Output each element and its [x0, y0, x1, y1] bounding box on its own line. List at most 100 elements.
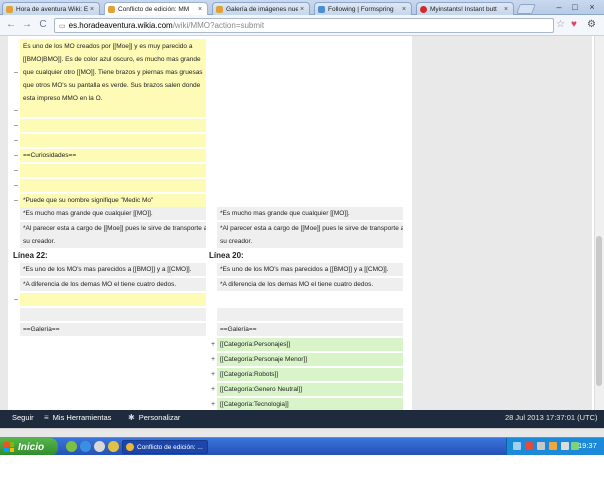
diff-line: *Al parecer esta a cargo de [[Moe]] pues… [23, 225, 206, 232]
diff-deleted-empty-line [20, 164, 206, 177]
formspring-favicon-icon [318, 5, 325, 13]
wikia-favicon-icon [108, 5, 115, 13]
diff-minus-marker: – [14, 107, 18, 114]
start-label: Inicio [18, 441, 45, 453]
forward-button[interactable]: → [20, 18, 34, 32]
diff-context-line: *A diferencia de los demas MO el tiene c… [217, 278, 403, 291]
close-window-button[interactable]: × [584, 1, 600, 13]
diff-deleted-line: *Puede que su nombre signifique "Medic M… [20, 194, 206, 207]
close-icon[interactable]: × [300, 6, 306, 13]
horizontal-scrollbar[interactable] [0, 428, 604, 437]
diff-line-number-left: Línea 22: [13, 251, 48, 260]
tab-title: Following | Formspring [328, 5, 394, 13]
diff-context-line: *Es uno de los MO's mas parecidos a [[BM… [20, 263, 206, 276]
minimize-button[interactable]: – [552, 1, 566, 13]
right-rail [412, 36, 592, 410]
tab-title: Conflicto de edición: MM [118, 5, 190, 13]
diff-added-line: [[Categoría:Tecnologia]] [217, 398, 403, 410]
my-tools-button[interactable]: ≡ Mis Herramientas [44, 413, 111, 422]
diff-minus-marker: – [14, 152, 18, 159]
windows-taskbar: Inicio Conflicto de edición: ... 19:37 [0, 437, 604, 456]
menu-icon: ≡ [44, 413, 49, 422]
quicklaunch-ie-icon[interactable] [80, 441, 91, 452]
close-icon[interactable]: × [402, 6, 408, 13]
taskbar-window-title: Conflicto de edición: ... [137, 443, 203, 451]
browser-toolbar: ← → C ▭ es.horadeaventura.wikia.com/wiki… [0, 15, 604, 36]
windows-logo-icon [4, 442, 14, 452]
diff-deleted-empty-line [20, 134, 206, 147]
tab-following-formspring[interactable]: Following | Formspring × [314, 2, 412, 15]
diff-line: [[BMO|BMO]]. Es de color azul oscuro, es… [23, 56, 201, 63]
taskbar-window-button[interactable]: Conflicto de edición: ... [122, 440, 208, 454]
tray-network-icon[interactable] [537, 442, 545, 450]
blank-area [0, 455, 604, 480]
diff-deleted-empty-line [20, 104, 206, 117]
diff-line: su creador. [23, 238, 56, 245]
url-host: es.horadeaventura.wikia.com [68, 21, 173, 30]
diff-line: Es uno de los MO creados por [[Moe]] y e… [23, 43, 193, 50]
diff-deleted-empty-line [20, 293, 206, 306]
wikia-toolbar: Seguir ≡ Mis Herramientas ✱ Personalizar… [0, 410, 604, 428]
tray-security-icon[interactable] [525, 442, 533, 450]
page-icon: ▭ [59, 22, 66, 30]
diff-context-line: *Es uno de los MO's mas parecidos a [[BM… [217, 263, 403, 276]
quicklaunch-desktop-icon[interactable] [94, 441, 105, 452]
diff-minus-marker: – [14, 137, 18, 144]
diff-deleted-paragraph: Es uno de los MO creados por [[Moe]] y e… [20, 39, 206, 104]
maximize-button[interactable]: □ [568, 1, 582, 13]
tab-title: Myinstants! Instant butt [430, 5, 497, 13]
tab-hora-de-aventura[interactable]: Hora de aventura Wiki: E × [2, 2, 100, 15]
diff-added-line: [[Categoría:Robots]] [217, 368, 403, 381]
diff-added-line: [[Categoría:Genero Neutral]] [217, 383, 403, 396]
page-content: Es uno de los MO creados por [[Moe]] y e… [0, 36, 604, 410]
diff-line: que cualquier otro [[MO]]. Tiene brazos … [23, 69, 203, 76]
diff-context-line: *Al parecer esta a cargo de [[Moe]] pues… [20, 222, 206, 248]
diff-deleted-empty-line [20, 119, 206, 132]
tray-app-icon[interactable] [549, 442, 557, 450]
diff-line: que otros MO's su pantalla es verde. Sus… [23, 82, 201, 89]
heart-extension-icon[interactable]: ♥ [571, 19, 577, 30]
url-path: /wiki/MMO?action=submit [172, 21, 265, 30]
customize-button[interactable]: ✱ Personalizar [128, 413, 180, 422]
back-button[interactable]: ← [4, 18, 18, 32]
vertical-scrollbar-thumb[interactable] [596, 236, 602, 386]
tab-galeria-de-imagenes[interactable]: Galería de imágenes nue × [212, 2, 310, 15]
diff-context-line: ==Galería== [217, 323, 403, 336]
start-button[interactable]: Inicio [0, 438, 58, 456]
new-tab-button[interactable] [516, 4, 536, 14]
tray-volume-icon[interactable] [561, 442, 569, 450]
diff-plus-marker: + [211, 356, 216, 363]
close-icon[interactable]: × [198, 6, 204, 13]
diff-added-line: [[Categoría:Personajes]] [217, 338, 403, 351]
follow-button[interactable]: Seguir [12, 413, 34, 422]
left-margin [0, 36, 8, 410]
tab-conflicto-de-edicion[interactable]: Conflicto de edición: MM × [104, 2, 208, 15]
settings-wrench-icon[interactable]: ⚙ [587, 19, 596, 30]
myinstants-favicon-icon [420, 5, 427, 13]
diff-minus-marker: – [14, 197, 18, 204]
diff-minus-marker: – [14, 296, 18, 303]
diff-plus-marker: + [211, 341, 216, 348]
diff-deleted-empty-line [20, 179, 206, 192]
quicklaunch-icon[interactable] [66, 441, 77, 452]
tab-title: Galería de imágenes nue [226, 5, 298, 13]
reload-button[interactable]: C [36, 18, 50, 32]
quicklaunch-chrome-icon[interactable] [108, 441, 119, 452]
diff-context-line: *Es mucho mas grande que cualquier [[MO]… [20, 207, 206, 220]
diff-context-line: ==Galería== [20, 323, 206, 336]
address-bar[interactable]: ▭ es.horadeaventura.wikia.com/wiki/MMO?a… [54, 18, 554, 33]
diff-minus-marker: – [14, 167, 18, 174]
bookmark-star-icon[interactable]: ☆ [556, 19, 565, 30]
wikia-favicon-icon [216, 5, 223, 13]
diff-line-number-right: Línea 20: [209, 251, 244, 260]
tray-help-icon[interactable] [513, 442, 521, 450]
diff-context-line: *Al parecer esta a cargo de [[Moe]] pues… [217, 222, 403, 248]
close-icon[interactable]: × [90, 6, 96, 13]
diff-plus-marker: + [211, 386, 216, 393]
wikia-favicon-icon [6, 5, 13, 13]
chrome-icon [126, 443, 134, 451]
close-icon[interactable]: × [504, 6, 510, 13]
tab-myinstants[interactable]: Myinstants! Instant butt × [416, 2, 514, 15]
utc-timestamp: 28 Jul 2013 17:37:01 (UTC) [505, 413, 598, 422]
diff-line: esta impreso MMO en la O. [23, 95, 103, 102]
